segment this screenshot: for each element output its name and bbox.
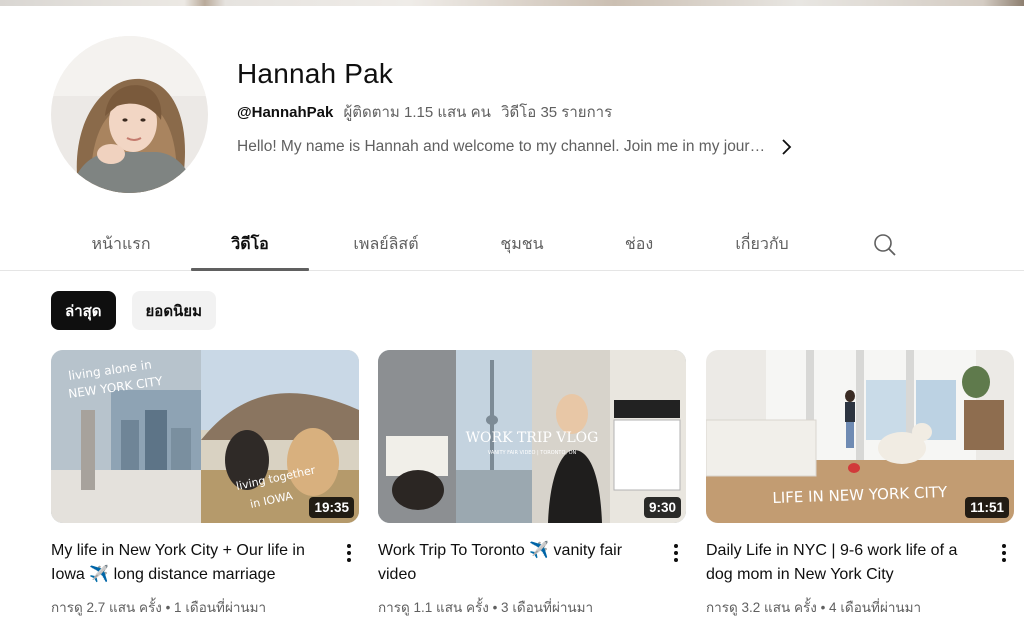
- tab-playlists[interactable]: เพลย์ลิสต์: [330, 218, 442, 270]
- video-card[interactable]: LIFE IN NEW YORK CITY 11:51 Daily Life i…: [706, 350, 1014, 615]
- more-vert-icon[interactable]: [670, 541, 682, 565]
- channel-avatar[interactable]: [51, 36, 208, 193]
- more-vert-icon[interactable]: [343, 541, 355, 565]
- video-title[interactable]: Daily Life in NYC | 9-6 work life of a d…: [706, 539, 986, 587]
- video-duration: 11:51: [965, 497, 1009, 518]
- channel-description[interactable]: Hello! My name is Hannah and welcome to …: [237, 138, 793, 156]
- video-count: วิดีโอ 35 รายการ: [501, 104, 613, 121]
- channel-meta: @HannahPak ผู้ติดตาม 1.15 แสน คน วิดีโอ …: [237, 100, 618, 124]
- thumb-text: VANITY FAIR VIDEO | TORONTO, ON: [488, 450, 577, 456]
- video-duration: 9:30: [643, 497, 681, 518]
- more-vert-icon[interactable]: [998, 541, 1010, 565]
- channel-tabs: หน้าแรก วิดีโอ เพลย์ลิสต์ ชุมชน ช่อง เกี…: [0, 218, 1024, 271]
- channel-description-text: Hello! My name is Hannah and welcome to …: [237, 138, 766, 155]
- video-duration: 19:35: [309, 497, 354, 518]
- video-title[interactable]: My life in New York City + Our life in I…: [51, 539, 331, 587]
- channel-banner: [0, 0, 1024, 6]
- tab-home[interactable]: หน้าแรก: [69, 218, 173, 270]
- video-title[interactable]: Work Trip To Toronto ✈️ vanity fair vide…: [378, 539, 658, 587]
- channel-handle: @HannahPak: [237, 104, 334, 121]
- chevron-right-icon[interactable]: [779, 138, 793, 156]
- video-grid: living alone in NEW YORK CITY living tog…: [51, 350, 1024, 634]
- chip-latest[interactable]: ล่าสุด: [51, 291, 116, 330]
- chip-popular[interactable]: ยอดนิยม: [131, 291, 216, 330]
- video-meta: การดู 3.2 แสน ครั้ง • 4 เดือนที่ผ่านมา: [706, 600, 922, 615]
- search-icon[interactable]: [872, 232, 898, 258]
- video-thumbnail[interactable]: WORK TRIP VLOG VANITY FAIR VIDEO | TORON…: [378, 350, 686, 523]
- video-card[interactable]: WORK TRIP VLOG VANITY FAIR VIDEO | TORON…: [378, 350, 686, 615]
- channel-header: Hannah Pak @HannahPak ผู้ติดตาม 1.15 แสน…: [51, 36, 1011, 196]
- sort-chips: ล่าสุด ยอดนิยม: [51, 291, 216, 330]
- video-thumbnail[interactable]: LIFE IN NEW YORK CITY 11:51: [706, 350, 1014, 523]
- tab-videos[interactable]: วิดีโอ: [191, 218, 309, 271]
- video-meta: การดู 1.1 แสน ครั้ง • 3 เดือนที่ผ่านมา: [378, 600, 594, 615]
- thumb-text: WORK TRIP VLOG: [466, 430, 599, 446]
- channel-name: Hannah Pak: [237, 58, 394, 89]
- video-thumbnail[interactable]: living alone in NEW YORK CITY living tog…: [51, 350, 359, 523]
- tab-channels[interactable]: ช่อง: [600, 218, 678, 270]
- video-meta: การดู 2.7 แสน ครั้ง • 1 เดือนที่ผ่านมา: [51, 600, 267, 615]
- subscriber-count: ผู้ติดตาม 1.15 แสน คน: [343, 104, 491, 121]
- tab-community[interactable]: ชุมชน: [472, 218, 572, 270]
- tab-about[interactable]: เกี่ยวกับ: [712, 218, 812, 270]
- video-card[interactable]: living alone in NEW YORK CITY living tog…: [51, 350, 359, 615]
